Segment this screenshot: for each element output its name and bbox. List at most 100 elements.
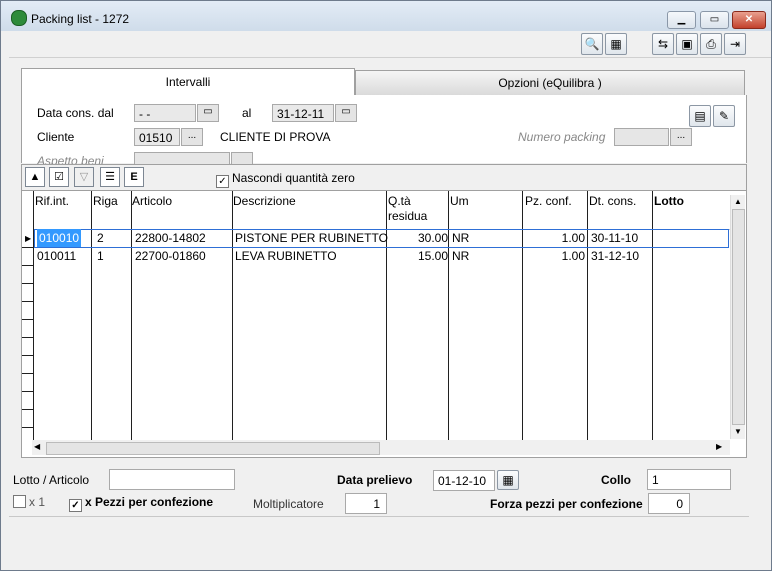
cell-articolo: 22800-14802 bbox=[135, 231, 206, 245]
col-articolo[interactable]: Articolo bbox=[132, 194, 172, 209]
row-sep bbox=[22, 409, 34, 410]
scroll-down-icon[interactable]: ▼ bbox=[734, 427, 742, 436]
calendar-icon[interactable]: ▭ bbox=[335, 104, 357, 122]
table-row[interactable]: ▶ 010010 2 22800-14802 PISTONE PER RUBIN… bbox=[25, 229, 729, 248]
scroll-left-icon[interactable]: ◀ bbox=[34, 442, 40, 451]
table-row[interactable]: 010011 1 22700-01860 LEVA RUBINETTO 15.0… bbox=[34, 247, 727, 265]
col-qta-residua[interactable]: Q.tà residua bbox=[388, 194, 443, 224]
cell-um: NR bbox=[452, 231, 470, 245]
filter-panel: Data cons. dal - - ▭ al 31-12-11 ▭ ▤ ✎ C… bbox=[21, 95, 747, 170]
zoom-icon[interactable]: 🔍 bbox=[581, 33, 603, 55]
moltiplicatore-label: Moltiplicatore bbox=[253, 497, 324, 511]
moltiplicatore-field[interactable]: 1 bbox=[345, 493, 387, 514]
numero-packing-browse-button[interactable]: ... bbox=[670, 128, 692, 146]
col-dt-cons[interactable]: Dt. cons. bbox=[589, 194, 636, 209]
cell-pz: 1.00 bbox=[561, 231, 585, 245]
select-all-icon[interactable]: ☑ bbox=[49, 167, 69, 187]
arrow-up-icon[interactable]: ▲ bbox=[25, 167, 45, 187]
numero-packing-label: Numero packing bbox=[518, 130, 606, 144]
collo-label: Collo bbox=[601, 473, 631, 487]
cliente-label: Cliente bbox=[37, 130, 75, 144]
minimize-button[interactable]: ▁ bbox=[667, 11, 696, 29]
lotto-articolo-input[interactable] bbox=[109, 469, 235, 490]
grid-icon[interactable]: ▦ bbox=[605, 33, 627, 55]
pezzi-per-confezione-label: x Pezzi per confezione bbox=[85, 495, 214, 509]
grid-header: Rif.int. Riga Articolo Descrizione Q.tà … bbox=[34, 191, 730, 230]
cell-dt: 31-12-10 bbox=[591, 249, 640, 263]
col-um[interactable]: Um bbox=[450, 194, 469, 209]
print-icon[interactable]: ⎙ bbox=[700, 33, 722, 55]
data-cons-al-field[interactable]: 31-12-11 bbox=[272, 104, 334, 122]
row-sep bbox=[22, 391, 34, 392]
cell-qta: 30.00 bbox=[417, 231, 448, 245]
numero-packing-field[interactable] bbox=[614, 128, 669, 146]
data-cons-dal-field[interactable]: - - bbox=[134, 104, 196, 122]
exit-icon[interactable]: ⇥ bbox=[724, 33, 746, 55]
row-sep bbox=[22, 427, 34, 428]
lotto-articolo-label: Lotto / Articolo bbox=[13, 473, 90, 487]
report-icon[interactable]: ▤ bbox=[689, 105, 711, 127]
packing-list-window: Packing list - 1272 ▁ ▭ ✕ 🔍 ▦ ⇆ ▣ ⎙ ⇥ In… bbox=[0, 0, 772, 571]
vertical-scrollbar[interactable]: ▲ ▼ bbox=[730, 195, 745, 439]
row-sep bbox=[22, 283, 34, 284]
hide-zero-label: Nascondi quantità zero bbox=[232, 171, 355, 185]
pezzi-per-confezione-checkbox[interactable]: ✓ x Pezzi per confezione bbox=[69, 495, 213, 512]
cell-qta: 15.00 bbox=[417, 249, 448, 263]
edit-icon[interactable]: ✎ bbox=[713, 105, 735, 127]
cell-riga: 1 bbox=[97, 249, 104, 263]
export-excel-icon[interactable]: E bbox=[124, 167, 144, 187]
horizontal-scroll-thumb[interactable] bbox=[46, 442, 380, 455]
data-cons-dal-label: Data cons. dal bbox=[37, 106, 114, 120]
list-icon[interactable]: ☰ bbox=[100, 167, 120, 187]
col-riga[interactable]: Riga bbox=[93, 194, 118, 209]
row-sep bbox=[22, 265, 34, 266]
scroll-up-icon[interactable]: ▲ bbox=[734, 197, 742, 206]
refresh-icon[interactable]: ⇆ bbox=[652, 33, 674, 55]
tab-opzioni[interactable]: Opzioni (eQuilibra ) bbox=[355, 70, 745, 96]
cell-rif: 010010 bbox=[37, 229, 82, 247]
save-icon[interactable]: ▣ bbox=[676, 33, 698, 55]
cell-dt: 30-11-10 bbox=[591, 231, 639, 245]
vertical-scroll-thumb[interactable] bbox=[732, 209, 745, 425]
col-lotto[interactable]: Lotto bbox=[654, 194, 684, 209]
close-button[interactable]: ✕ bbox=[732, 11, 766, 29]
cell-pz: 1.00 bbox=[561, 249, 585, 263]
checkbox-unchecked-icon bbox=[13, 495, 26, 508]
row-sep bbox=[22, 247, 34, 248]
filter-icon[interactable]: ▽ bbox=[74, 167, 94, 187]
cell-descrizione: LEVA RUBINETTO bbox=[235, 249, 337, 263]
calendar-icon[interactable]: ▭ bbox=[197, 104, 219, 122]
footer-divider bbox=[9, 516, 749, 517]
data-prelievo-field[interactable]: 01-12-10 bbox=[433, 470, 495, 491]
cliente-browse-button[interactable]: ... bbox=[181, 128, 203, 146]
scroll-right-icon[interactable]: ▶ bbox=[716, 442, 722, 451]
x1-checkbox[interactable]: x 1 bbox=[13, 495, 45, 509]
checkbox-checked-icon: ✓ bbox=[69, 499, 82, 512]
cell-descrizione: PISTONE PER RUBINETTO bbox=[235, 231, 388, 245]
cell-um: NR bbox=[452, 249, 470, 263]
x1-label: x 1 bbox=[29, 495, 46, 509]
col-rif-int[interactable]: Rif.int. bbox=[35, 194, 69, 209]
cliente-code-field[interactable]: 01510 bbox=[134, 128, 180, 146]
row-sep bbox=[22, 373, 34, 374]
calendar-icon[interactable]: ▦ bbox=[497, 470, 519, 490]
window-title: Packing list - 1272 bbox=[31, 12, 130, 26]
app-icon bbox=[11, 10, 27, 26]
checkbox-checked-icon: ✓ bbox=[216, 175, 229, 188]
row-sep bbox=[22, 301, 34, 302]
hide-zero-checkbox[interactable]: ✓ Nascondi quantità zero bbox=[216, 171, 355, 188]
forza-pezzi-label: Forza pezzi per confezione bbox=[490, 497, 643, 511]
tab-intervalli[interactable]: Intervalli bbox=[21, 68, 355, 97]
horizontal-scrollbar[interactable]: ◀ ▶ bbox=[32, 440, 730, 455]
collo-field[interactable]: 1 bbox=[647, 469, 731, 490]
col-pz-conf[interactable]: Pz. conf. bbox=[525, 194, 572, 209]
cell-articolo: 22700-01860 bbox=[135, 249, 206, 263]
forza-pezzi-field[interactable]: 0 bbox=[648, 493, 690, 514]
maximize-button[interactable]: ▭ bbox=[700, 11, 729, 29]
col-descrizione[interactable]: Descrizione bbox=[233, 194, 296, 209]
cliente-name: CLIENTE DI PROVA bbox=[220, 130, 331, 144]
row-sep bbox=[22, 355, 34, 356]
data-grid: Rif.int. Riga Articolo Descrizione Q.tà … bbox=[21, 190, 747, 458]
data-prelievo-label: Data prelievo bbox=[337, 473, 413, 487]
row-sep bbox=[22, 319, 34, 320]
